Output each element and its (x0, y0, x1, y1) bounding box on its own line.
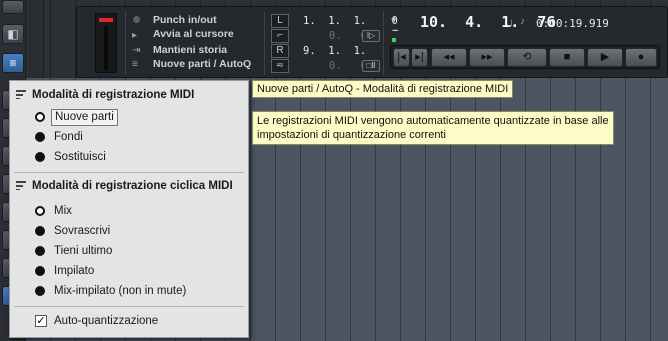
track-header-strip (26, 0, 44, 78)
clip-indicator (99, 18, 113, 22)
section-header-midi-record: Modalità di registrazione MIDI (16, 89, 194, 101)
toolbar-button-top[interactable] (2, 0, 24, 14)
position-time[interactable]: 0:00:19.919 (536, 17, 609, 30)
section-icon (16, 181, 26, 190)
new-parts-autoq-label[interactable]: Nuove parti / AutoQ (153, 58, 251, 70)
input-level-meter (95, 13, 117, 73)
tooltip-description: Le registrazioni MIDI vengono automatica… (252, 111, 614, 145)
radio-icon (35, 206, 45, 216)
right-offset-icon[interactable]: ≂ (271, 59, 289, 73)
tooltip-title: Nuove parti / AutoQ - Modalità di regist… (252, 80, 514, 98)
separator (125, 11, 126, 75)
midi-record-mode-menu: Modalità di registrazione MIDI Nuove par… (9, 80, 249, 338)
left-locator-icon[interactable]: L (271, 14, 289, 28)
remove-marker-icon[interactable]: − (392, 25, 398, 37)
record-mode-icon[interactable]: ≡ (2, 53, 24, 73)
menu-divider (14, 306, 244, 307)
right-sync-button[interactable]: □Ⅱ (362, 60, 380, 72)
cycle-icon[interactable]: ⟲ (507, 48, 547, 67)
radio-icon (35, 152, 45, 162)
separator (264, 11, 265, 75)
fast-forward-icon[interactable]: ▸▸ (469, 48, 505, 67)
checkmark-icon: ✓ (35, 315, 47, 327)
radio-icon (35, 266, 45, 276)
rewind-icon[interactable]: ◂◂ (431, 48, 467, 67)
radio-icon (35, 246, 45, 256)
separator (383, 11, 384, 75)
menu-divider (14, 172, 244, 173)
go-to-start-icon[interactable]: |◂ (393, 48, 410, 67)
section-header-cycle-record: Modalità di registrazione ciclica MIDI (16, 180, 233, 192)
radio-icon (35, 112, 45, 122)
transport-panel: ▸ ⇥ ≡ Punch in/out Avvia al cursore Mant… (76, 6, 668, 78)
right-locator-icon[interactable]: R (271, 44, 289, 58)
punch-in-out-label[interactable]: Punch in/out (153, 14, 217, 26)
cursor-start-icon[interactable]: ▸ (132, 30, 137, 41)
left-sync-button[interactable]: I▷ (362, 30, 380, 42)
radio-icon (35, 286, 45, 296)
meter-slot (104, 26, 108, 70)
keep-history-label[interactable]: Mantieni storia (153, 44, 227, 56)
play-icon[interactable]: ▶ (587, 48, 623, 67)
radio-icon (35, 132, 45, 142)
inspector-icon[interactable]: ◧ (2, 24, 24, 44)
stop-icon[interactable]: ■ (549, 48, 585, 67)
sync-indicator (392, 38, 396, 42)
left-offset-icon[interactable]: ⌐ (271, 29, 289, 43)
tempo-icon[interactable]: ♪ (520, 16, 525, 27)
history-icon[interactable]: ⇥ (132, 45, 140, 56)
transport-buttons: |◂ ▸| ◂◂ ▸▸ ⟲ ■ ▶ ● (390, 45, 660, 69)
punch-dot[interactable] (133, 16, 140, 23)
record-icon[interactable]: ● (625, 48, 657, 67)
new-parts-icon[interactable]: ≡ (132, 59, 138, 70)
radio-icon (35, 226, 45, 236)
section-icon (16, 90, 26, 99)
go-to-end-icon[interactable]: ▸| (411, 48, 428, 67)
start-at-cursor-label[interactable]: Avvia al cursore (153, 28, 234, 40)
